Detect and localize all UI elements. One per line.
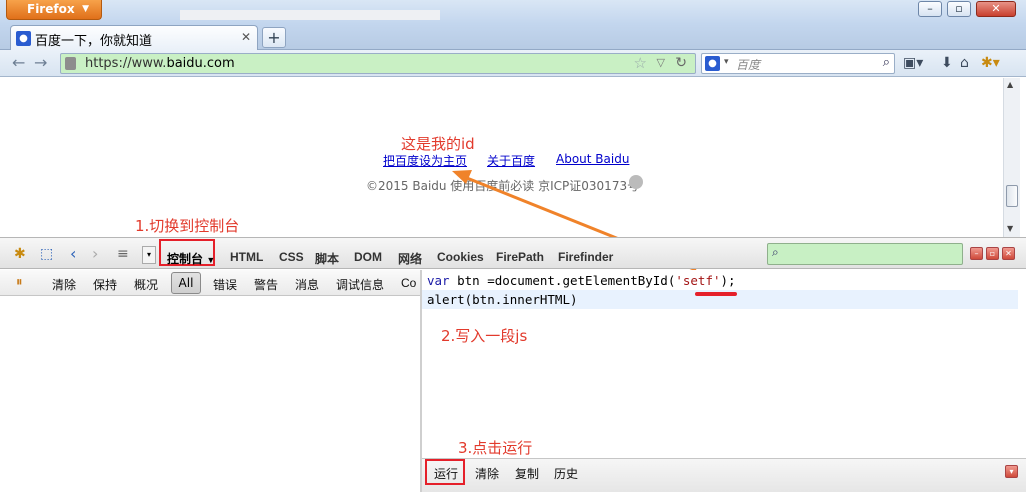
annotation-underline xyxy=(695,292,737,296)
tab-firefinder[interactable]: Firefinder xyxy=(558,250,613,264)
firebug-bug-icon[interactable]: ✱ xyxy=(14,246,26,262)
code-keyword: var xyxy=(427,273,450,288)
history-button[interactable]: 历史 xyxy=(554,465,578,482)
back-chevron-icon[interactable]: ‹ xyxy=(70,244,76,263)
code-text-b: ); xyxy=(720,273,736,288)
close-editor-icon[interactable]: ▾ xyxy=(1005,465,1018,478)
filter-cookies[interactable]: Co xyxy=(401,276,416,290)
tab-firepath[interactable]: FirePath xyxy=(496,250,544,264)
code-line-1: var btn =document.getElementById('setf')… xyxy=(427,273,736,288)
list-icon[interactable]: ≡ xyxy=(117,246,129,262)
search-icon: ⌕ xyxy=(772,245,779,259)
tab-console[interactable]: 控制台 ▼ xyxy=(167,250,215,267)
console-output xyxy=(0,296,420,492)
tab-cookies[interactable]: Cookies xyxy=(437,250,484,264)
inspect-icon[interactable]: ⬚ xyxy=(40,246,53,262)
tab-console-label: 控制台 xyxy=(167,252,204,266)
devtools-minimize-button[interactable]: – xyxy=(970,247,983,260)
break-on-error-icon[interactable]: ⏸ xyxy=(16,275,23,290)
filter-warnings[interactable]: 警告 xyxy=(254,276,278,293)
devtools-search-input[interactable]: ⌕ xyxy=(767,243,963,265)
panel-dropdown-icon[interactable]: ▾ xyxy=(142,246,156,264)
code-text-a: btn =document.getElementById( xyxy=(449,273,676,288)
clear-button[interactable]: 清除 xyxy=(52,276,76,293)
persist-button[interactable]: 保持 xyxy=(93,276,117,293)
devtools-close-button[interactable]: ✕ xyxy=(1002,247,1015,260)
forward-chevron-icon[interactable]: › xyxy=(92,244,98,263)
tab-dom[interactable]: DOM xyxy=(354,250,382,264)
chevron-down-icon: ▼ xyxy=(206,255,216,265)
filter-debug[interactable]: 调试信息 xyxy=(336,276,384,293)
editor-footer xyxy=(422,458,1026,492)
annotation-step3: 3.点击运行 xyxy=(458,439,533,457)
tab-network[interactable]: 网络 xyxy=(398,250,422,267)
tab-script[interactable]: 脚本 xyxy=(315,250,339,267)
code-line-2: alert(btn.innerHTML) xyxy=(427,292,578,307)
code-string: 'setf' xyxy=(675,273,721,288)
annotation-step2: 2.写入一段js xyxy=(441,327,528,345)
devtools-detach-button[interactable]: ▫ xyxy=(986,247,999,260)
filter-all[interactable]: All xyxy=(171,272,201,294)
filter-info[interactable]: 消息 xyxy=(295,276,319,293)
profile-button[interactable]: 概况 xyxy=(134,276,158,293)
tab-html[interactable]: HTML xyxy=(230,250,263,264)
clear-editor-button[interactable]: 清除 xyxy=(475,465,499,482)
tab-css[interactable]: CSS xyxy=(279,250,304,264)
run-button[interactable]: 运行 xyxy=(434,465,458,482)
filter-errors[interactable]: 错误 xyxy=(213,276,237,293)
copy-button[interactable]: 复制 xyxy=(515,465,539,482)
